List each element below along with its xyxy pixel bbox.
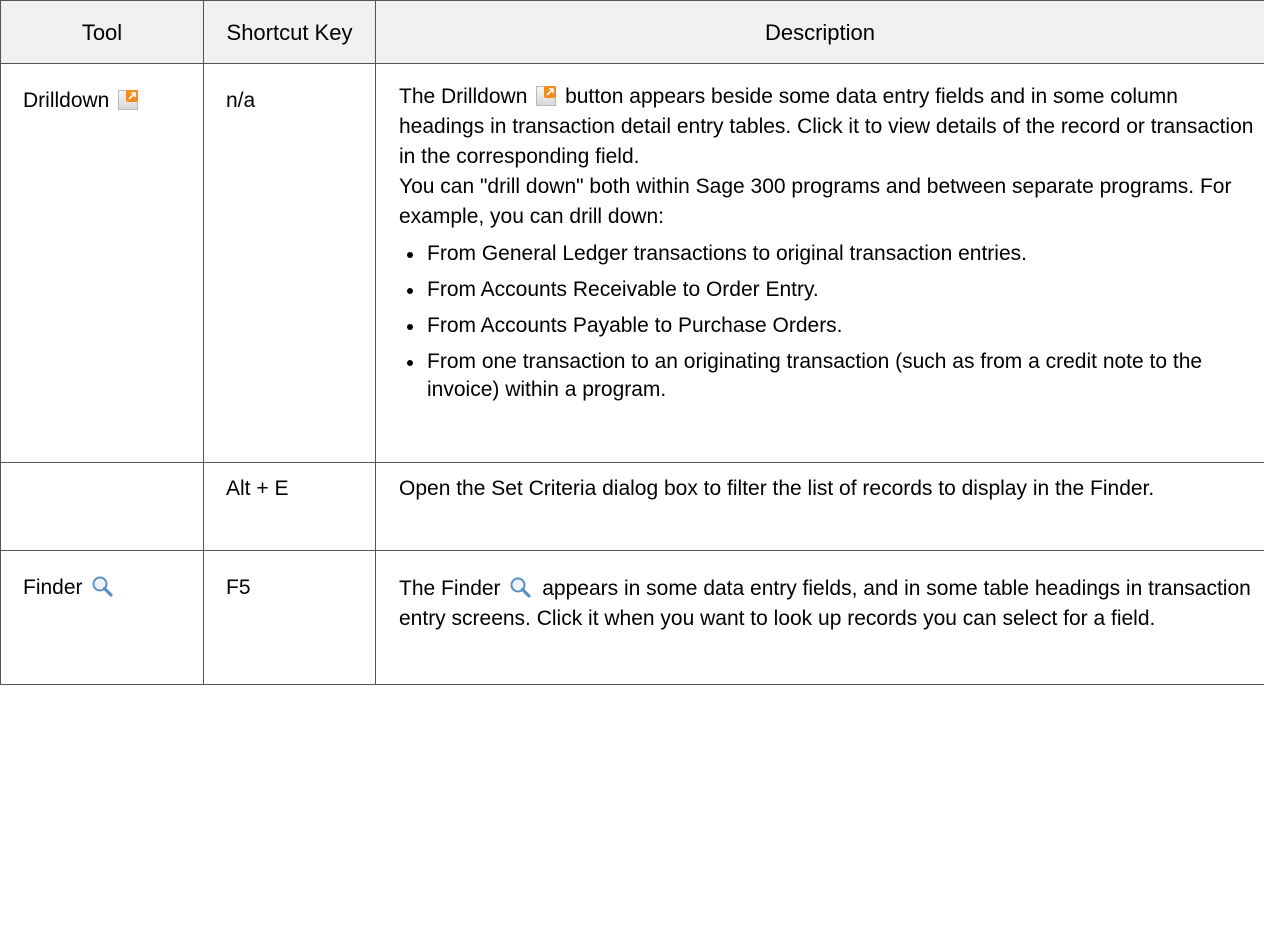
list-item: From Accounts Payable to Purchase Orders… (407, 312, 1254, 340)
table-row: Alt + E Open the Set Criteria dialog box… (0, 462, 1264, 551)
description-text: The Finder appears in some data entry fi… (399, 574, 1254, 634)
tool-name: Finder (23, 576, 83, 599)
header-shortcut: Shortcut Key (203, 0, 376, 64)
description-lead: The Finder (399, 577, 501, 600)
description-rest: button appears beside some data entry fi… (399, 85, 1254, 168)
shortcut-cell: n/a (203, 63, 376, 463)
description-text-2: You can "drill down" both within Sage 30… (399, 175, 1232, 228)
tool-cell: Finder (0, 550, 204, 685)
description-cell: The Finder appears in some data entry fi… (375, 550, 1264, 685)
description-text: The Drilldown button appears beside some… (399, 82, 1254, 172)
drilldown-icon (536, 86, 557, 106)
shortcut-cell: Alt + E (203, 462, 376, 551)
description-cell: Open the Set Criteria dialog box to filt… (375, 462, 1264, 551)
description-lead: The Drilldown (399, 85, 528, 108)
shortcut-key: Alt + E (226, 477, 289, 500)
list-item: From General Ledger transactions to orig… (407, 240, 1254, 268)
shortcut-key: n/a (226, 89, 256, 112)
shortcut-table: Tool Shortcut Key Description Drilldown … (0, 0, 1264, 685)
magnifier-icon (91, 575, 115, 597)
table-row: Finder F5 The Finder appears in some dat… (0, 550, 1264, 685)
tool-cell: Drilldown (0, 63, 204, 463)
tool-name: Drilldown (23, 89, 110, 112)
drilldown-icon (118, 90, 139, 110)
tool-cell (0, 462, 204, 551)
header-description: Description (375, 0, 1264, 64)
header-tool: Tool (0, 0, 204, 64)
list-item: From Accounts Receivable to Order Entry. (407, 276, 1254, 304)
list-item: From one transaction to an originating t… (407, 348, 1254, 404)
table-row: Drilldown n/a The Drilldown button appea… (0, 63, 1264, 463)
magnifier-icon (509, 576, 533, 598)
shortcut-cell: F5 (203, 550, 376, 685)
drilldown-examples: From General Ledger transactions to orig… (399, 240, 1254, 404)
description-cell: The Drilldown button appears beside some… (375, 63, 1264, 463)
description-text: Open the Set Criteria dialog box to filt… (399, 477, 1155, 500)
shortcut-key: F5 (226, 576, 251, 599)
header-row: Tool Shortcut Key Description (0, 0, 1264, 64)
